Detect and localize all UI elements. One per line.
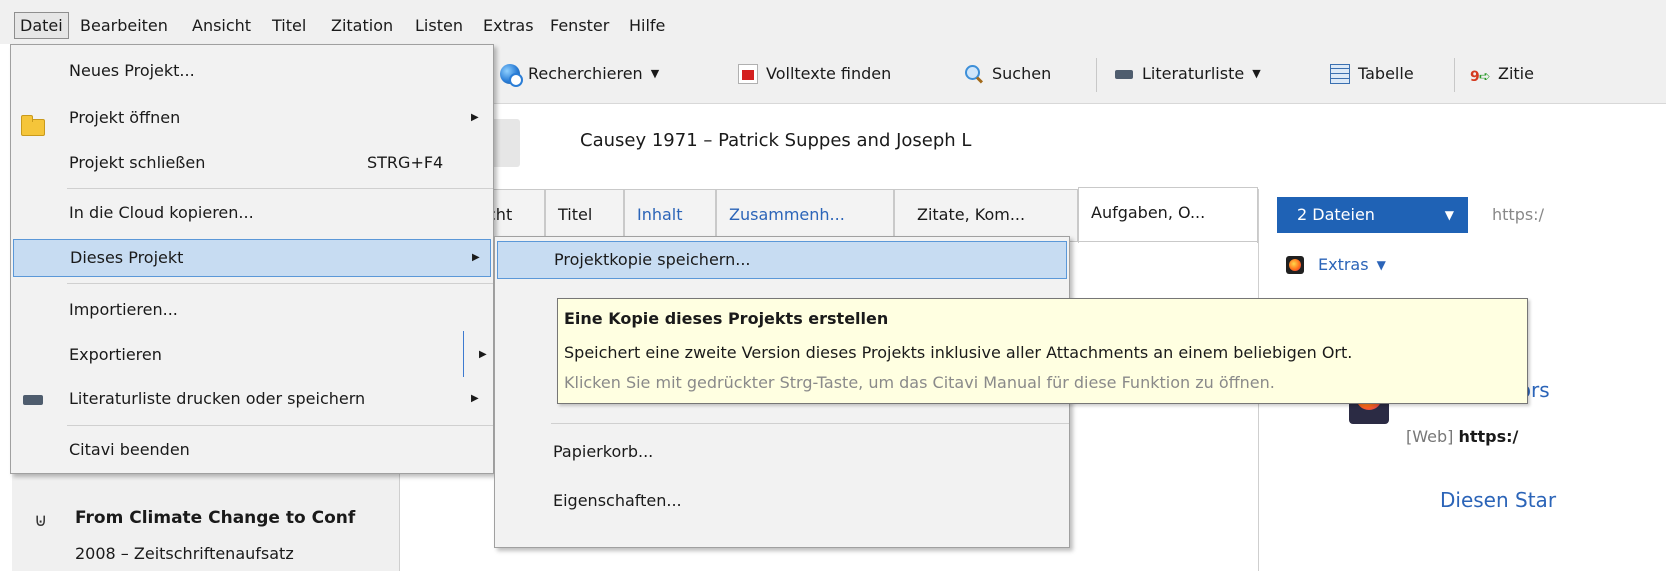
menu-item-label: Citavi beenden — [69, 440, 190, 459]
cite-arrow-icon: 9➪ — [1470, 69, 1490, 85]
list-item-meta: 2008 – Zeitschriftenaufsatz — [75, 544, 294, 563]
menu-item-neues-projekt[interactable]: Neues Projekt... — [11, 52, 493, 90]
toolbar: Recherchieren ▼ Volltexte finden Suchen … — [494, 44, 1666, 104]
menu-item-dieses-projekt[interactable]: Dieses Projekt ▶ — [13, 239, 491, 277]
chevron-down-icon: ▼ — [1444, 208, 1454, 222]
menu-hilfe[interactable]: Hilfe — [624, 12, 670, 39]
menu-item-projekt-schliessen[interactable]: Projekt schließen STRG+F4 — [11, 144, 493, 182]
submenu-arrow-icon: ▶ — [472, 252, 480, 263]
menu-item-label: In die Cloud kopieren... — [69, 203, 254, 222]
tooltip-description: Speichert eine zweite Version dieses Pro… — [564, 343, 1353, 362]
recherchieren-button[interactable]: Recherchieren ▼ — [500, 61, 659, 87]
chevron-down-icon: ▼ — [1252, 67, 1261, 80]
menu-titel[interactable]: Titel — [267, 12, 311, 39]
tab-titel[interactable]: Titel — [545, 189, 624, 241]
extras-menu-button[interactable]: Extras ▼ — [1286, 255, 1386, 274]
start-link[interactable]: Diesen Star — [1440, 488, 1556, 512]
files-dropdown-button[interactable]: 2 Dateien ▼ — [1277, 197, 1468, 233]
submenu-arrow-icon: ▶ — [471, 393, 479, 404]
menu-item-label: Literaturliste drucken oder speichern — [69, 389, 366, 408]
menu-extras[interactable]: Extras — [478, 12, 539, 39]
tooltip-title: Eine Kopie dieses Projekts erstellen — [564, 309, 889, 328]
menu-item-label: Eigenschaften... — [553, 491, 682, 510]
toolbar-separator — [1096, 58, 1097, 92]
focus-indicator — [463, 331, 464, 377]
web-prefix: [Web] — [1406, 427, 1454, 446]
menu-item-label: Projektkopie speichern... — [554, 250, 751, 269]
suchen-label: Suchen — [992, 64, 1052, 83]
menu-separator — [551, 423, 1069, 424]
web-location: [Web] https:/ — [1406, 427, 1518, 446]
tab-aufgaben[interactable]: Aufgaben, O... — [1078, 187, 1258, 243]
menu-separator — [67, 425, 493, 426]
submenu-arrow-icon: ▶ — [471, 112, 479, 123]
menu-item-label: Projekt schließen — [69, 153, 206, 172]
menu-bar: Datei Bearbeiten Ansicht Titel Zitation … — [0, 0, 1666, 44]
volltexte-label: Volltexte finden — [766, 64, 892, 83]
recherchieren-label: Recherchieren — [528, 64, 643, 83]
menu-fenster[interactable]: Fenster — [545, 12, 614, 39]
menu-item-label: Importieren... — [69, 300, 178, 319]
online-search-icon — [500, 64, 523, 87]
menu-item-label: Neues Projekt... — [69, 61, 195, 80]
submenu-arrow-icon: ▶ — [479, 349, 487, 360]
submenu-item-eigenschaften[interactable]: Eigenschaften... — [495, 482, 1069, 520]
chevron-down-icon: ▼ — [650, 67, 660, 80]
menu-item-citavi-beenden[interactable]: Citavi beenden — [11, 431, 493, 469]
suchen-button[interactable]: Suchen — [964, 61, 1051, 87]
volltexte-finden-button[interactable]: Volltexte finden — [738, 61, 891, 87]
paperclip-icon: ⊍ — [34, 510, 48, 531]
menu-item-literaturliste-drucken[interactable]: Literaturliste drucken oder speichern ▶ — [11, 380, 493, 418]
datei-menu: Neues Projekt... Projekt öffnen ▶ Projek… — [10, 44, 494, 474]
table-icon — [1330, 64, 1350, 84]
menu-datei[interactable]: Datei — [14, 12, 69, 39]
menu-item-label: Exportieren — [69, 345, 162, 364]
zitieren-button[interactable]: 9➪ Zitie — [1470, 61, 1534, 87]
tab-zusammenhang[interactable]: Zusammenh... — [716, 189, 894, 241]
firefox-icon — [1286, 255, 1304, 274]
chevron-down-icon: ▼ — [1376, 257, 1386, 272]
menu-item-cloud-kopieren[interactable]: In die Cloud kopieren... — [11, 194, 493, 232]
web-url[interactable]: https:/ — [1458, 427, 1518, 446]
list-item-title[interactable]: From Climate Change to Conf — [75, 508, 355, 528]
literaturliste-button[interactable]: Literaturliste ▼ — [1114, 61, 1261, 87]
tooltip-hint: Klicken Sie mit gedrückter Strg-Taste, u… — [564, 373, 1275, 392]
submenu-item-projektkopie[interactable]: Projektkopie speichern... — [497, 241, 1067, 279]
extras-label: Extras — [1318, 255, 1369, 274]
menu-item-projekt-oeffnen[interactable]: Projekt öffnen ▶ — [11, 99, 493, 137]
menu-bearbeiten[interactable]: Bearbeiten — [75, 12, 173, 39]
menu-item-exportieren[interactable]: Exportieren ▶ — [11, 336, 493, 374]
search-icon — [964, 64, 984, 84]
menu-listen[interactable]: Listen — [410, 12, 468, 39]
menu-zitation[interactable]: Zitation — [326, 12, 398, 39]
menu-item-label: Dieses Projekt — [70, 248, 184, 267]
files-label: 2 Dateien — [1297, 205, 1375, 224]
menu-item-label: Papierkorb... — [553, 442, 654, 461]
menu-item-label: Projekt öffnen — [69, 108, 181, 127]
menu-ansicht[interactable]: Ansicht — [187, 12, 256, 39]
literaturliste-label: Literaturliste — [1142, 64, 1245, 83]
pdf-icon — [738, 64, 758, 84]
tab-zitate[interactable]: Zitate, Kom... — [894, 189, 1078, 241]
location-url: https:/ — [1492, 205, 1544, 224]
zitieren-label: Zitie — [1498, 64, 1534, 83]
menu-separator — [67, 188, 493, 189]
shortcut-label: STRG+F4 — [367, 153, 444, 172]
tabelle-label: Tabelle — [1358, 64, 1414, 83]
tooltip: Eine Kopie dieses Projekts erstellen Spe… — [557, 298, 1528, 404]
menu-item-importieren[interactable]: Importieren... — [11, 291, 493, 329]
menu-separator — [67, 283, 493, 284]
reference-title: Causey 1971 – Patrick Suppes and Joseph … — [580, 130, 972, 151]
tabelle-button[interactable]: Tabelle — [1330, 61, 1414, 87]
tab-inhalt[interactable]: Inhalt — [624, 189, 716, 241]
submenu-item-papierkorb[interactable]: Papierkorb... — [495, 433, 1069, 471]
toolbar-separator — [1454, 58, 1455, 92]
printer-icon — [1114, 64, 1134, 86]
